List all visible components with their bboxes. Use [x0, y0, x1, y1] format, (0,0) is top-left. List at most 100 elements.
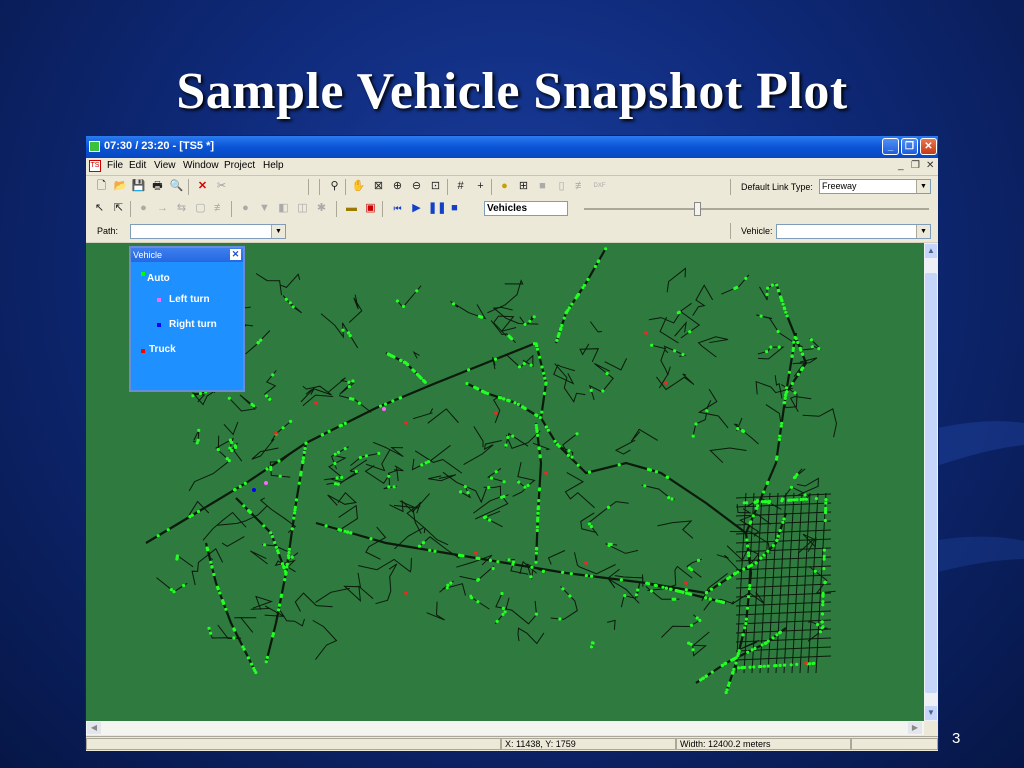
stop-icon[interactable]: ■ [447, 201, 462, 216]
legend-close-button[interactable]: ✕ [230, 249, 241, 260]
gear-disabled-icon[interactable]: ✱ [314, 201, 329, 216]
time-slider-track[interactable] [584, 208, 929, 210]
scroll-down-button[interactable]: ▼ [925, 706, 937, 720]
signal-disabled-icon[interactable]: ● [238, 201, 253, 216]
auto-vehicle-marker [283, 578, 287, 582]
auto-vehicle-marker [349, 531, 353, 535]
auto-vehicle-marker [488, 518, 492, 522]
stop-square-icon[interactable]: ■ [535, 179, 550, 194]
local-road [516, 461, 536, 489]
time-slider-thumb[interactable] [694, 202, 701, 216]
auto-vehicle-marker [304, 441, 308, 445]
local-road [650, 344, 687, 357]
close-button[interactable]: ✕ [920, 138, 937, 155]
horizontal-scrollbar[interactable]: ◀ ▶ [86, 721, 924, 735]
path-select[interactable]: ▼ [130, 224, 286, 239]
chevron-down-icon[interactable]: ▼ [916, 180, 930, 193]
rewind-icon[interactable]: ⏮ [390, 201, 405, 216]
pan-hand-icon[interactable]: ✋ [351, 179, 366, 194]
image-icon[interactable]: ▬ [344, 201, 359, 216]
new-file-icon[interactable]: 🗋 [94, 179, 109, 194]
node-tool-icon[interactable]: ⚲ [327, 179, 342, 194]
pause-icon[interactable]: ❚❚ [428, 201, 446, 216]
auto-vehicle-marker [536, 433, 540, 437]
select-link-icon[interactable]: ⇱ [111, 201, 126, 216]
print-icon[interactable]: 🖶 [150, 179, 165, 194]
menu-window[interactable]: Window [183, 160, 219, 171]
zoom-extent-icon[interactable]: ⊠ [371, 179, 386, 194]
zoom-window-icon[interactable]: ⊡ [428, 179, 443, 194]
toolbar-separator [130, 201, 131, 217]
local-road [733, 417, 759, 445]
auto-vehicle-marker [816, 623, 820, 627]
zoom-out-icon[interactable]: ⊖ [409, 179, 424, 194]
auto-vehicle-marker [526, 483, 530, 488]
auto-vehicle-marker [264, 394, 269, 398]
menu-file[interactable]: File [107, 160, 123, 171]
layer-field[interactable]: Vehicles [484, 201, 568, 216]
grid-icon[interactable]: # [453, 179, 468, 194]
document-icon[interactable]: TS [89, 160, 101, 172]
auto-vehicle-marker [560, 323, 564, 328]
column-disabled-icon[interactable]: ◫ [295, 201, 310, 216]
minimize-button[interactable]: _ [882, 138, 899, 155]
crosshair-icon[interactable]: + [473, 179, 488, 194]
auto-vehicle-marker [246, 656, 250, 660]
link-type-select[interactable]: Freeway ▼ [819, 179, 931, 194]
auto-vehicle-marker [225, 457, 229, 461]
vertical-scroll-thumb[interactable] [925, 273, 937, 693]
auto-vehicle-marker [357, 401, 361, 405]
zone-disabled-icon[interactable]: ▢ [193, 201, 208, 216]
menu-help[interactable]: Help [263, 160, 284, 171]
toolbar-separator [231, 201, 232, 217]
mdi-restore-button[interactable]: ❐ [911, 160, 920, 171]
chevron-down-icon[interactable]: ▼ [271, 225, 285, 238]
auto-vehicle-marker [558, 617, 562, 621]
legend-header[interactable]: Vehicle ✕ [131, 248, 243, 262]
auto-vehicle-marker [796, 340, 800, 345]
layer-icon[interactable]: ▣ [363, 201, 378, 216]
vertical-scrollbar[interactable]: ▲ ▼ [924, 243, 938, 721]
menu-edit[interactable]: Edit [129, 160, 146, 171]
auto-vehicle-marker [821, 603, 825, 607]
save-icon[interactable]: 💾 [131, 179, 146, 194]
dxf-icon[interactable]: DXF [592, 179, 607, 194]
auto-vehicle-marker [172, 590, 176, 594]
vehicle-legend-panel[interactable]: Vehicle ✕ Auto Left turn Right turn Truc… [129, 246, 245, 392]
local-road [589, 321, 602, 333]
window-titlebar[interactable]: 07:30 / 23:20 - [TS5 *] _ ❐ ✕ [86, 136, 938, 158]
zoom-in-icon[interactable]: ⊕ [390, 179, 405, 194]
menu-view[interactable]: View [154, 160, 176, 171]
auto-vehicle-marker [205, 546, 209, 550]
panel-disabled-icon[interactable]: ◧ [276, 201, 291, 216]
arrow-disabled-icon[interactable]: → [155, 201, 170, 216]
select-arrow-icon[interactable]: ↖ [92, 201, 107, 216]
open-folder-icon[interactable]: 📂 [113, 179, 128, 194]
auto-vehicle-marker [810, 345, 814, 349]
node-disabled-icon[interactable]: ● [136, 201, 151, 216]
triangle-disabled-icon[interactable]: ▼ [257, 201, 272, 216]
scroll-up-button[interactable]: ▲ [925, 244, 937, 258]
vehicle-select[interactable]: ▼ [776, 224, 931, 239]
link-disabled-icon[interactable]: ≢ [573, 179, 588, 194]
lanes-disabled-icon[interactable]: ≢ [212, 201, 227, 216]
cut-icon[interactable]: ✂ [214, 179, 229, 194]
table-icon[interactable]: ⊞ [516, 179, 531, 194]
play-icon[interactable]: ▶ [409, 201, 424, 216]
chevron-down-icon[interactable]: ▼ [916, 225, 930, 238]
info-icon[interactable]: ● [497, 179, 512, 194]
mdi-close-button[interactable]: ✕ [926, 160, 934, 171]
auto-vehicle-marker [792, 340, 796, 344]
delete-icon[interactable]: ✕ [195, 179, 210, 194]
network-map[interactable]: Vehicle ✕ Auto Left turn Right turn Truc… [86, 243, 924, 721]
menu-project[interactable]: Project [224, 160, 255, 171]
scroll-right-button[interactable]: ▶ [908, 722, 922, 734]
mdi-minimize-button[interactable]: _ [898, 160, 904, 171]
scroll-left-button[interactable]: ◀ [87, 722, 101, 734]
auto-vehicle-marker [784, 310, 788, 314]
document-disabled-icon[interactable]: ▯ [554, 179, 569, 194]
print-preview-icon[interactable]: 🔍 [169, 179, 184, 194]
restore-button[interactable]: ❐ [901, 138, 918, 155]
auto-vehicle-marker [634, 593, 639, 597]
twoway-disabled-icon[interactable]: ⇆ [174, 201, 189, 216]
